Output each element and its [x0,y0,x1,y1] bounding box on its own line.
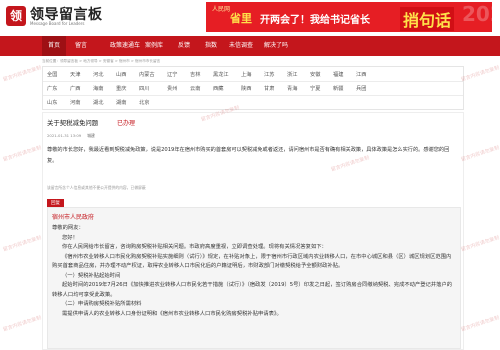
nav-item-message[interactable]: 留言 [75,36,87,56]
region-link-active[interactable]: 安徽 [310,71,320,78]
region-link[interactable]: 陕西 [241,85,251,92]
reply-line: （二）申请购房契税补贴所需材料 [62,301,142,307]
reply-line: 《宿州市农业转移人口市民化购房契税补贴实施细则（试行）》规定，在补贴对象上，限于… [52,253,452,270]
region-link[interactable]: 广西 [70,85,80,92]
banner-source: 人民网 [212,6,231,13]
watermark: 留言内容请勿复制 [2,144,43,164]
nav-item-policy[interactable]: 政策速通车 [110,36,140,56]
nav-item-index[interactable]: 指数 [205,36,217,56]
region-link[interactable]: 浙江 [287,71,297,78]
watermark: 留言内容请勿复制 [460,144,500,164]
main-nav: 首页 留言 政策速通车 案例库 反馈 指数 未信调查 解决了吗 [0,36,500,56]
status-badge: 已办理 [117,120,136,127]
region-link[interactable]: 上海 [241,71,251,78]
region-link[interactable]: 兵团 [356,85,366,92]
site-header: 领 领导留言板 Message Board for Leaders 人民网 省里… [0,0,500,36]
region-link[interactable]: 福建 [333,71,343,78]
region-link[interactable]: 辽宁 [167,71,177,78]
region-link[interactable]: 吉林 [190,71,200,78]
region-link[interactable]: 天津 [70,71,80,78]
region-link[interactable]: 海南 [93,85,103,92]
watermark: 留言内容请勿复制 [460,64,500,84]
nav-item-feedback[interactable]: 反馈 [178,36,190,56]
post-date: 2021-01-31 13:09 [47,133,82,138]
reply-line: 您好！ [62,234,78,241]
region-link[interactable]: 山西 [116,71,126,78]
nav-item-solved[interactable]: 解决了吗 [264,36,288,56]
reply-line: （一）契税补贴起始时间 [62,272,121,279]
reply-org: 宿州市人民政府 [52,214,95,221]
reply-line: 起始时间的2019年7月26日《加快推进农业转移人口市民化若干措施（试行）》（宿… [52,282,453,298]
promo-banner[interactable]: 人民网 省里 开两会了！我给书记省长 捎句话 2021 [206,2,492,32]
banner-province: 省里 [230,12,252,25]
reply-line: 你在人民网给市长留言，咨询购房契税补贴相关问题。市政府高度重视，立即调查处理。现… [62,244,327,250]
region-link[interactable]: 广东 [47,85,57,92]
reply-line: 需提供申请人的农业转移人口身份证明和《宿州市农业转移人口市民化购房契税补贴申请表… [62,310,282,317]
site-logo[interactable]: 领 领导留言板 Message Board for Leaders [6,6,102,30]
region-selector: 全国 天津 河北 山西 内蒙古 辽宁 吉林 黑龙江 上海 江苏 浙江 安徽 福建… [42,66,464,110]
watermark: 留言内容请勿复制 [2,64,43,84]
banner-cta: 捎句话 [400,7,455,31]
logo-subtitle: Message Board for Leaders [30,21,85,26]
region-link[interactable]: 北京 [139,99,149,106]
nav-item-home[interactable]: 首页 [42,36,67,56]
region-link[interactable]: 宁夏 [310,85,320,92]
banner-year: 2021 [462,2,492,26]
region-link[interactable]: 云南 [190,85,200,92]
region-link[interactable]: 重庆 [116,85,126,92]
region-link[interactable]: 西藏 [213,85,223,92]
region-link[interactable]: 河南 [70,99,80,106]
post-title: 关于契税减免问题 [47,119,99,127]
region-link[interactable]: 湖北 [93,99,103,106]
nav-item-survey[interactable]: 未信调查 [229,36,253,56]
region-link[interactable]: 河北 [93,71,103,78]
post-category: 城建 [87,133,95,138]
reply-box: 宿州市人民政府 尊敬的网友： 您好！ 你在人民网给市长留言，咨询购房契税补贴相关… [47,207,461,349]
watermark: 留言内容请勿复制 [2,314,43,334]
watermark: 留言内容请勿复制 [460,234,500,254]
privacy-note: 该留言所含个人信息或其他不便公开提供的内容，已做屏蔽 [47,185,146,190]
reply-line: 尊敬的网友： [52,225,84,231]
region-link[interactable]: 山东 [47,99,57,106]
region-link[interactable]: 黑龙江 [213,71,229,78]
watermark: 留言内容请勿复制 [460,314,500,334]
region-link[interactable]: 四川 [139,85,149,92]
reply-text: 尊敬的网友： 您好！ 你在人民网给市长留言，咨询购房契税补贴相关问题。市政府高度… [52,224,454,319]
region-link[interactable]: 青海 [287,85,297,92]
reply-tag: 回复 [47,199,64,207]
post-body: 尊敬的市长您好，我最近看到契税减免政策，说是2019年在宿州市购买的首套房可以契… [47,147,450,164]
watermark: 留言内容请勿复制 [2,234,43,254]
post-meta: 2021-01-31 13:09 城建 [47,133,95,139]
region-link[interactable]: 全国 [47,71,57,78]
nav-item-cases[interactable]: 案例库 [145,36,163,56]
region-link[interactable]: 内蒙古 [139,71,155,78]
region-link[interactable]: 湖南 [116,99,126,106]
region-link[interactable]: 江西 [356,71,366,78]
region-link[interactable]: 贵州 [167,85,177,92]
banner-text: 开两会了！我给书记省长 [260,15,370,26]
region-link[interactable]: 甘肃 [264,85,274,92]
region-link[interactable]: 江苏 [264,71,274,78]
breadcrumb: 当前位置：领导留言板 > 地方领导 > 安徽省 > 宿州市 > 宿州市市长留言 [42,59,161,63]
post-detail: 关于契税减免问题 已办理 2021-01-31 13:09 城建 尊敬的市长您好，… [42,112,464,350]
region-link[interactable]: 新疆 [333,85,343,92]
logo-icon: 领 [6,6,26,26]
